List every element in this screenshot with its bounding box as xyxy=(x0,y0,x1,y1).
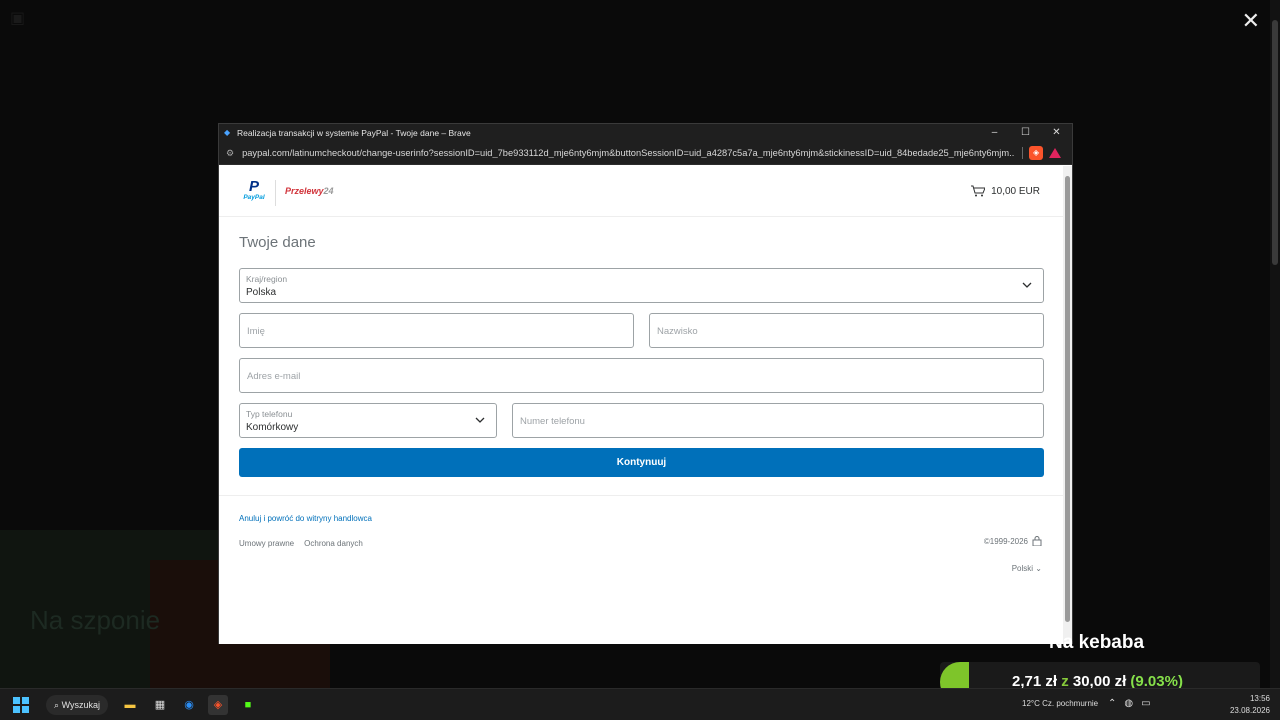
maximize-button[interactable]: ☐ xyxy=(1010,124,1041,142)
phone-type-select[interactable]: Typ telefonu Komórkowy xyxy=(239,403,497,438)
site-settings-icon[interactable]: ⚙ xyxy=(226,148,234,159)
weather-widget[interactable]: 12°C Cz. pochmurnie xyxy=(1022,699,1098,708)
phone-number-field[interactable]: Numer telefonu xyxy=(512,403,1044,438)
checkout-header: P PayPal Przelewy24 10,00 EUR xyxy=(219,166,1064,217)
brave-icon[interactable]: ◈ xyxy=(208,695,228,715)
start-button[interactable] xyxy=(13,697,29,713)
user-info-form: Twoje dane Kraj/region Polska Imię Nazwi… xyxy=(219,234,1064,477)
page-scrollbar[interactable] xyxy=(1270,0,1280,720)
windows-taskbar: ⌕ Wyszukaj ▬ ▦ ◉ ◈ ■ 12°C Cz. pochmurnie… xyxy=(0,688,1280,720)
last-name-placeholder: Nazwisko xyxy=(657,326,698,337)
lock-icon xyxy=(1032,536,1042,546)
network-icon: ◍ xyxy=(1124,698,1142,709)
continue-button[interactable]: Kontynuuj xyxy=(239,448,1044,477)
url-text[interactable]: paypal.com/latinumcheckout/change-userin… xyxy=(242,148,1014,158)
taskbar-search[interactable]: ⌕ Wyszukaj xyxy=(46,695,108,715)
taskbar-clock[interactable]: 13:56 23.08.2026 xyxy=(1230,693,1270,717)
phone-number-placeholder: Numer telefonu xyxy=(520,416,585,427)
cart-summary[interactable]: 10,00 EUR xyxy=(971,185,1040,197)
chevron-down-icon xyxy=(1022,282,1032,288)
outlook-icon[interactable]: ◉ xyxy=(179,695,199,715)
first-name-placeholder: Imię xyxy=(247,326,265,337)
phone-type-label: Typ telefonu xyxy=(246,409,293,419)
chevron-down-icon xyxy=(475,417,485,423)
store-icon[interactable]: ▦ xyxy=(150,695,170,715)
country-value: Polska xyxy=(246,287,277,298)
paypal-favicon-icon: ◆ xyxy=(224,128,231,137)
chevron-down-icon: ⌄ xyxy=(1035,564,1042,573)
cart-icon xyxy=(971,185,986,197)
copyright: ©1999-2026 xyxy=(984,536,1042,546)
address-bar[interactable]: ⚙ paypal.com/latinumcheckout/change-user… xyxy=(219,142,1072,165)
file-explorer-icon[interactable]: ▬ xyxy=(120,695,140,715)
battery-icon: ▭ xyxy=(1141,698,1159,709)
close-window-button[interactable]: ✕ xyxy=(1041,124,1072,142)
country-select[interactable]: Kraj/region Polska xyxy=(239,268,1044,303)
language-selector[interactable]: Polski ⌄ xyxy=(1012,564,1042,573)
chevron-up-icon: ⌃ xyxy=(1108,698,1125,709)
country-label: Kraj/region xyxy=(246,274,288,284)
email-field[interactable]: Adres e-mail xyxy=(239,358,1044,393)
brave-shields-icon[interactable]: ◈ xyxy=(1029,146,1044,160)
legal-agreements-link[interactable]: Umowy prawne xyxy=(239,539,294,548)
window-title: Realizacja transakcji w systemie PayPal … xyxy=(237,128,471,138)
window-titlebar: ◆ Realizacja transakcji w systemie PayPa… xyxy=(219,124,1072,142)
cancel-return-link[interactable]: Anuluj i powróć do witryny handlowca xyxy=(239,514,1044,523)
donation-title: Na kebaba xyxy=(1049,632,1145,653)
background-faint-text: Na szponie xyxy=(30,605,161,635)
window-scrollbar[interactable] xyxy=(1063,166,1072,644)
cart-total: 10,00 EUR xyxy=(991,185,1040,197)
search-icon: ⌕ xyxy=(54,700,60,710)
first-name-field[interactable]: Imię xyxy=(239,313,634,348)
page-title: Twoje dane xyxy=(239,234,316,251)
przelewy24-logo: Przelewy24 xyxy=(285,186,334,196)
brave-rewards-icon[interactable] xyxy=(1049,148,1062,158)
checkout-footer: Anuluj i powróć do witryny handlowca Umo… xyxy=(219,495,1064,615)
logo-divider xyxy=(275,180,276,206)
phone-type-value: Komórkowy xyxy=(246,422,299,433)
url-divider xyxy=(1022,147,1024,159)
paypal-checkout-page: P PayPal Przelewy24 10,00 EUR Twoje dane… xyxy=(219,166,1064,644)
overlay-close-icon[interactable]: ✕ xyxy=(1242,8,1260,34)
page-scrollbar-thumb[interactable] xyxy=(1272,20,1278,265)
system-tray[interactable]: ⌃◍▭ xyxy=(1108,698,1159,709)
window-scrollbar-thumb[interactable] xyxy=(1065,176,1070,622)
email-placeholder: Adres e-mail xyxy=(247,371,301,382)
kick-icon[interactable]: ■ xyxy=(238,695,258,715)
paypal-logo: P PayPal xyxy=(243,178,265,201)
last-name-field[interactable]: Nazwisko xyxy=(649,313,1044,348)
paypal-popup-window: ◆ Realizacja transakcji w systemie PayPa… xyxy=(218,123,1073,644)
background-logo: ▣ xyxy=(10,10,26,27)
privacy-link[interactable]: Ochrona danych xyxy=(304,539,363,548)
minimize-button[interactable]: – xyxy=(979,124,1010,142)
